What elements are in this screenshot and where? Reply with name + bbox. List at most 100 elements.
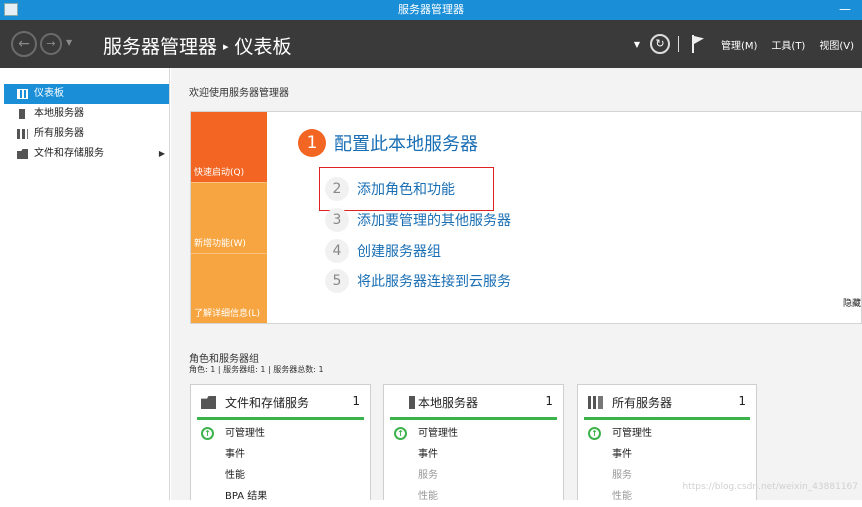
breadcrumb-root[interactable]: 服务器管理器 <box>103 36 217 58</box>
card-header: 本地服务器 1 <box>390 385 557 420</box>
tab-label: 了解详细信息(L) <box>194 309 261 319</box>
card-title[interactable]: 所有服务器 <box>612 394 672 411</box>
sidebar-item-label: 所有服务器 <box>34 128 84 139</box>
card-row-events[interactable]: 事件 <box>384 444 563 465</box>
refresh-icon[interactable]: ↻ <box>649 34 670 54</box>
all-servers-icon <box>17 129 28 139</box>
card-row-performance[interactable]: 性能 <box>191 465 370 486</box>
step-create-server-group[interactable]: 4 创建服务器组 <box>325 239 441 263</box>
step-number: 4 <box>325 239 349 263</box>
local-server-icon <box>409 396 415 409</box>
step-number-badge: 1 <box>298 129 326 157</box>
menu-tools[interactable]: 工具(T) <box>771 37 805 52</box>
arrow-right-icon: → <box>46 37 56 50</box>
card-row-services[interactable]: 服务 <box>384 465 563 486</box>
hide-link[interactable]: 隐藏 <box>843 296 861 309</box>
sidebar-item-local-server[interactable]: 本地服务器 <box>0 104 169 124</box>
roles-summary: 角色: 1 | 服务器组: 1 | 服务器总数: 1 <box>189 365 324 374</box>
step-number: 3 <box>325 208 349 232</box>
row-label: 事件 <box>418 449 438 460</box>
sidebar-item-file-storage[interactable]: 文件和存储服务 ▶ <box>0 144 169 164</box>
expand-arrow-icon[interactable]: ▶ <box>159 144 165 164</box>
tab-learn-more[interactable]: 了解详细信息(L) <box>191 253 267 323</box>
card-count: 1 <box>545 394 553 408</box>
status-ok-icon: ↑ <box>201 427 214 440</box>
app-icon <box>4 3 18 16</box>
window-title: 服务器管理器 <box>398 3 464 16</box>
row-label: 可管理性 <box>612 428 652 439</box>
nav-history-dropdown[interactable]: ▼ <box>66 38 72 47</box>
tab-quick-start[interactable]: 快速启动(Q) <box>191 112 267 182</box>
row-label: 可管理性 <box>225 428 265 439</box>
role-card-file-storage[interactable]: 文件和存储服务 1 ↑ 可管理性 事件 性能 BPA 结果 <box>190 384 371 502</box>
card-row-manageability[interactable]: ↑ 可管理性 <box>191 423 370 444</box>
status-ok-icon: ↑ <box>394 427 407 440</box>
sidebar-item-label: 仪表板 <box>34 88 64 99</box>
header-bar: ← → ▼ 服务器管理器 ▸ 仪表板 ▼ ↻ 管理(M) 工具(T) 视图(V) <box>0 20 862 68</box>
card-row-manageability[interactable]: ↑ 可管理性 <box>384 423 563 444</box>
step-link[interactable]: 添加角色和功能 <box>357 179 455 199</box>
breadcrumb-current: 仪表板 <box>234 36 292 58</box>
file-storage-icon <box>201 396 216 409</box>
tab-label: 快速启动(Q) <box>194 168 245 178</box>
card-row-events[interactable]: 事件 <box>191 444 370 465</box>
sidebar-item-label: 文件和存储服务 <box>34 148 104 159</box>
row-label: 事件 <box>612 449 632 460</box>
card-count: 1 <box>738 394 746 408</box>
card-row-bpa[interactable]: BPA 结果 <box>191 486 370 507</box>
sidebar-item-label: 本地服务器 <box>34 108 84 119</box>
refresh-dropdown-icon[interactable]: ▼ <box>634 40 640 49</box>
step-link[interactable]: 将此服务器连接到云服务 <box>357 271 511 291</box>
back-button[interactable]: ← <box>11 31 37 57</box>
all-servers-icon <box>588 396 603 409</box>
step-configure-local-server[interactable]: 1 配置此本地服务器 <box>298 129 478 157</box>
card-title[interactable]: 文件和存储服务 <box>225 394 309 411</box>
row-label: BPA 结果 <box>225 491 268 502</box>
step-link[interactable]: 创建服务器组 <box>357 241 441 261</box>
step-link[interactable]: 配置此本地服务器 <box>334 130 478 156</box>
card-header: 所有服务器 1 <box>584 385 750 420</box>
tab-whats-new[interactable]: 新增功能(W) <box>191 182 267 253</box>
header-actions: ▼ ↻ 管理(M) 工具(T) 视图(V) <box>634 20 862 68</box>
dashboard-icon <box>17 89 28 99</box>
row-label: 性能 <box>418 491 438 502</box>
minimize-button[interactable]: — <box>834 0 856 20</box>
row-label: 事件 <box>225 449 245 460</box>
row-label: 服务 <box>612 470 632 481</box>
sidebar-item-all-servers[interactable]: 所有服务器 <box>0 124 169 144</box>
watermark-text: https://blog.csdn.net/weixin_43881167 <box>682 482 858 492</box>
welcome-title: 欢迎使用服务器管理器 <box>189 88 289 99</box>
breadcrumb: 服务器管理器 ▸ 仪表板 <box>103 32 292 59</box>
menu-manage[interactable]: 管理(M) <box>721 37 757 52</box>
row-label: 性能 <box>612 491 632 502</box>
status-ok-icon: ↑ <box>588 427 601 440</box>
step-link[interactable]: 添加要管理的其他服务器 <box>357 210 511 230</box>
arrow-left-icon: ← <box>18 36 30 52</box>
tab-label: 新增功能(W) <box>194 239 246 249</box>
card-row-performance[interactable]: 性能 <box>384 486 563 507</box>
card-title[interactable]: 本地服务器 <box>418 394 478 411</box>
forward-button[interactable]: → <box>40 33 62 55</box>
row-label: 可管理性 <box>418 428 458 439</box>
step-number: 5 <box>325 269 349 293</box>
row-label: 性能 <box>225 470 245 481</box>
file-storage-icon <box>17 149 28 159</box>
card-count: 1 <box>352 394 360 408</box>
card-header: 文件和存储服务 1 <box>197 385 364 420</box>
chevron-down-icon: ▼ <box>66 38 73 47</box>
step-add-servers[interactable]: 3 添加要管理的其他服务器 <box>325 208 511 232</box>
menu-view[interactable]: 视图(V) <box>819 37 854 52</box>
card-row-events[interactable]: 事件 <box>578 444 756 465</box>
step-connect-cloud[interactable]: 5 将此服务器连接到云服务 <box>325 269 511 293</box>
notification-flag-icon[interactable] <box>691 35 705 53</box>
breadcrumb-separator: ▸ <box>223 40 229 53</box>
step-number: 2 <box>325 177 349 201</box>
role-card-local-server[interactable]: 本地服务器 1 ↑ 可管理性 事件 服务 性能 <box>383 384 564 502</box>
header-divider <box>677 36 679 52</box>
card-row-manageability[interactable]: ↑ 可管理性 <box>578 423 756 444</box>
sidebar: 仪表板 本地服务器 所有服务器 文件和存储服务 ▶ <box>0 68 170 500</box>
sidebar-item-dashboard[interactable]: 仪表板 <box>4 84 169 104</box>
main-content: 欢迎使用服务器管理器 快速启动(Q) 新增功能(W) 了解详细信息(L) 1 配… <box>171 68 862 502</box>
roles-section-title: 角色和服务器组 <box>189 354 259 365</box>
step-add-roles-features[interactable]: 2 添加角色和功能 <box>325 177 455 201</box>
